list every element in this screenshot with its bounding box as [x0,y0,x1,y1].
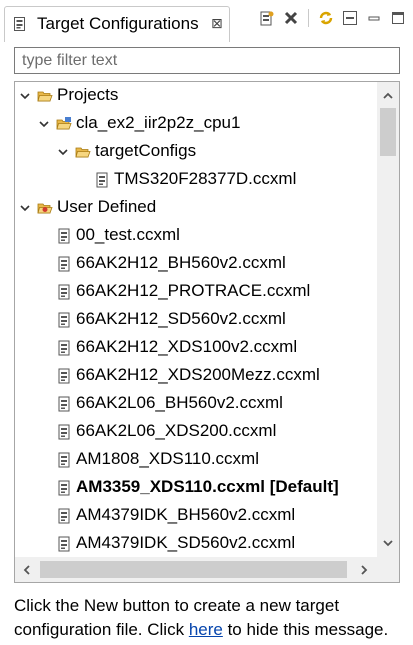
vertical-scrollbar[interactable] [377,82,399,557]
delete-x-icon[interactable] [282,9,300,27]
chevron-down-icon[interactable] [57,145,69,157]
ccxml-file-icon [56,256,72,272]
open-folder-icon [37,88,53,104]
toolbar-separator [308,9,309,27]
minimize-icon[interactable] [365,9,383,27]
tree-item-row[interactable]: 66AK2L06_XDS200.ccxml [15,418,377,446]
collapse-all-icon[interactable] [341,9,359,27]
tree-item-label: 66AK2H12_BH560v2.ccxml [76,253,286,272]
maximize-icon[interactable] [389,9,407,27]
tree-group-row[interactable]: User Defined [15,194,377,222]
tree-item-label: AM3359_XDS110.ccxml [Default] [76,477,339,496]
hide-message-link[interactable]: here [189,620,223,639]
ccxml-file-icon [56,228,72,244]
tree-item-label: 66AK2L06_BH560v2.ccxml [76,393,283,412]
ccxml-file-icon [56,368,72,384]
ccxml-file-icon [56,424,72,440]
tab-target-configurations[interactable]: Target Configurations ⊠ [4,6,230,42]
user-folder-icon [37,200,53,216]
tree-item-label: Projects [57,85,119,104]
tree-item-label: TMS320F28377D.ccxml [114,169,297,188]
tree-item-label: User Defined [57,197,157,216]
tree-item-label: cla_ex2_iir2p2z_cpu1 [76,113,241,132]
tree-item-row[interactable]: AM1808_XDS110.ccxml [15,446,377,474]
tree-item-row[interactable]: cla_ex2_iir2p2z_cpu1 [15,110,377,138]
tree-group-row[interactable]: Projects [15,82,377,110]
tree-item-row[interactable]: 00_test.ccxml [15,222,377,250]
horizontal-scroll-thumb[interactable] [40,561,347,578]
refresh-icon[interactable] [317,9,335,27]
tree-item-row[interactable]: AM3359_XDS110.ccxml [Default] [15,474,377,502]
scroll-down-arrow-icon[interactable] [382,537,394,549]
tree-item-row[interactable]: 66AK2H12_PROTRACE.ccxml [15,278,377,306]
chevron-down-icon[interactable] [38,117,50,129]
tree-item-label: 66AK2H12_XDS100v2.ccxml [76,337,298,356]
project-folder-icon [56,116,72,132]
tree-item-row[interactable]: AM4379IDK_BH560v2.ccxml [15,502,377,530]
ccxml-file-icon [56,536,72,552]
tree-item-row[interactable]: 66AK2H12_XDS200Mezz.ccxml [15,362,377,390]
ccxml-file-icon [14,17,25,31]
scroll-right-arrow-icon[interactable] [358,564,370,576]
scroll-left-arrow-icon[interactable] [21,564,33,576]
tree-item-row[interactable]: 66AK2L06_BH560v2.ccxml [15,390,377,418]
tree-item-row[interactable]: 66AK2H12_BH560v2.ccxml [15,250,377,278]
tree-item-label: 66AK2L06_XDS200.ccxml [76,421,277,440]
tree-item-label: AM1808_XDS110.ccxml [76,449,259,468]
tree-item-label: 66AK2H12_XDS200Mezz.ccxml [76,365,320,384]
tree-item-row[interactable]: TMS320F28377D.ccxml [15,166,377,194]
tree-item-label: targetConfigs [95,141,197,160]
tree-item-label: AM4379IDK_SD560v2.ccxml [76,533,296,552]
configurations-tree: Projects cla_ex2_iir2p2z_cpu1 targetConfig… [15,82,377,557]
ccxml-file-icon [56,284,72,300]
ccxml-file-icon [56,508,72,524]
ccxml-file-icon [56,312,72,328]
chevron-down-icon[interactable] [19,201,31,213]
tree-item-row[interactable]: 66AK2H12_SD560v2.ccxml [15,306,377,334]
filter-input[interactable] [14,47,400,74]
tree-item-row[interactable]: AM4379IDK_SD560v2.ccxml [15,530,377,557]
tree-item-row[interactable]: 66AK2H12_XDS100v2.ccxml [15,334,377,362]
horizontal-scrollbar[interactable] [15,557,377,582]
scroll-up-arrow-icon[interactable] [382,90,394,102]
ccxml-file-icon [56,480,72,496]
tab-title: Target Configurations [37,14,199,33]
tree-item-label: 00_test.ccxml [76,225,180,244]
tree-item-label: AM4379IDK_BH560v2.ccxml [76,505,296,524]
ccxml-file-icon [56,452,72,468]
scrollbar-corner [377,557,399,582]
chevron-down-icon[interactable] [19,89,31,101]
tree-item-label: 66AK2H12_PROTRACE.ccxml [76,281,311,300]
ccxml-file-icon [56,396,72,412]
info-message: Click the New button to create a new tar… [14,594,406,642]
open-folder-icon [75,144,91,160]
tree-viewer: Projects cla_ex2_iir2p2z_cpu1 targetConfig… [14,81,400,583]
ccxml-file-icon [94,172,110,188]
message-text-end: to hide this message. [222,620,389,639]
ccxml-file-icon [56,340,72,356]
close-icon[interactable]: ⊠ [211,15,223,32]
tree-item-row[interactable]: targetConfigs [15,138,377,166]
tree-item-label: 66AK2H12_SD560v2.ccxml [76,309,286,328]
vertical-scroll-thumb[interactable] [380,108,396,156]
view-header: Target Configurations ⊠ [0,0,413,42]
new-config-icon[interactable] [258,9,276,27]
view-toolbar [258,8,407,28]
